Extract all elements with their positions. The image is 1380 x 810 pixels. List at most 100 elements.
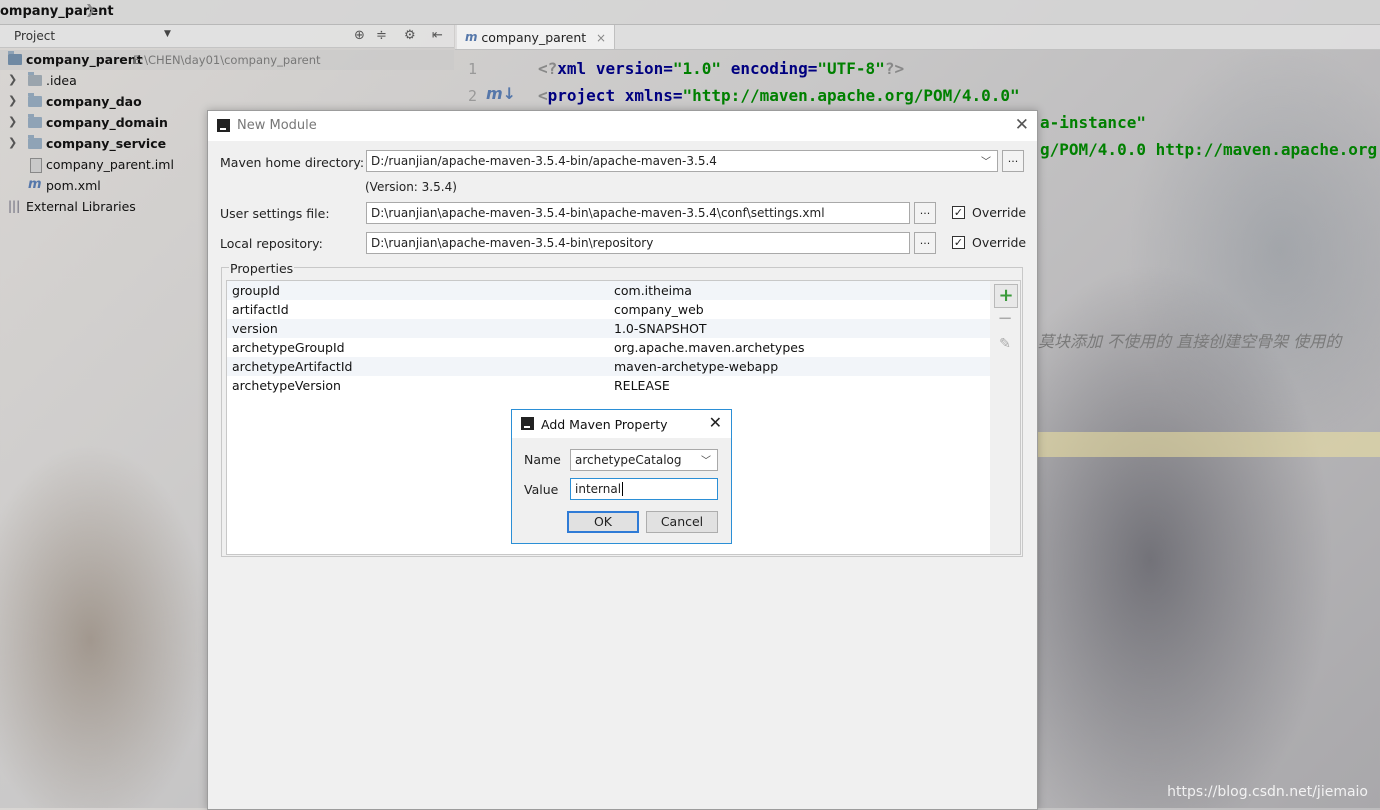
dialog-titlebar: Add Maven Property ✕ bbox=[512, 410, 731, 438]
value-input[interactable]: internal bbox=[570, 478, 718, 500]
tree-item-label: .idea bbox=[46, 73, 77, 88]
override-label: Override bbox=[972, 235, 1027, 250]
maven-version-text: (Version: 3.5.4) bbox=[365, 180, 457, 194]
property-key: archetypeArtifactId bbox=[232, 359, 353, 374]
property-key: version bbox=[232, 321, 278, 336]
name-label: Name bbox=[524, 452, 561, 467]
maven-icon[interactable]: m↓ bbox=[486, 84, 516, 103]
table-row[interactable]: archetypeGroupId org.apache.maven.archet… bbox=[227, 338, 991, 357]
tree-item-label: company_service bbox=[46, 136, 167, 151]
module-folder-icon bbox=[8, 51, 22, 65]
tree-item-label: pom.xml bbox=[46, 178, 101, 193]
project-view-selector[interactable]: Project bbox=[14, 29, 55, 43]
property-key: archetypeVersion bbox=[232, 378, 341, 393]
tree-item-root[interactable]: company_parent E:\CHEN\day01\company_par… bbox=[0, 50, 454, 70]
close-icon[interactable]: ✕ bbox=[709, 413, 722, 432]
locate-icon[interactable]: ⊕ bbox=[354, 28, 365, 43]
library-icon: ||| bbox=[8, 199, 21, 213]
current-line-highlight bbox=[1035, 432, 1380, 457]
value-text: internal bbox=[575, 482, 622, 496]
property-key: groupId bbox=[232, 283, 280, 298]
code-comment: 莫块添加 不使用的 直接创建空骨架 使用的 bbox=[1038, 332, 1342, 351]
name-combo[interactable]: archetypeCatalog ﹀ bbox=[570, 449, 718, 471]
close-icon[interactable]: ✕ bbox=[1015, 115, 1029, 135]
chevron-right-icon[interactable]: ❯ bbox=[8, 115, 17, 128]
local-repo-label: Local repository: bbox=[220, 236, 323, 251]
user-settings-browse-button[interactable]: ... bbox=[914, 202, 936, 224]
property-value: 1.0-SNAPSHOT bbox=[614, 321, 707, 336]
chevron-right-icon[interactable]: ❯ bbox=[8, 73, 17, 86]
dialog-title: Add Maven Property bbox=[541, 417, 668, 432]
maven-home-browse-button[interactable]: ... bbox=[1002, 150, 1024, 172]
dialog-title: New Module bbox=[237, 118, 317, 133]
table-row[interactable]: version 1.0-SNAPSHOT bbox=[227, 319, 991, 338]
maven-home-value: D:/ruanjian/apache-maven-3.5.4-bin/apach… bbox=[371, 154, 717, 168]
gear-icon[interactable]: ⚙ bbox=[404, 28, 416, 43]
user-settings-label: User settings file: bbox=[220, 206, 330, 221]
code-line-1: <?xml version="1.0" encoding="UTF-8"?> bbox=[538, 59, 905, 78]
properties-toolbar: + − ✎ bbox=[990, 280, 1021, 555]
intellij-icon bbox=[217, 119, 230, 132]
module-folder-icon bbox=[28, 93, 42, 107]
properties-label: Properties bbox=[229, 261, 295, 276]
local-repo-input[interactable]: D:\ruanjian\apache-maven-3.5.4-bin\repos… bbox=[366, 232, 910, 254]
code-line-fragment: g/POM/4.0.0 http://maven.apache.org bbox=[1040, 140, 1378, 159]
value-label: Value bbox=[524, 482, 559, 497]
tab-label: company_parent bbox=[481, 30, 587, 45]
table-row[interactable]: groupId com.itheima bbox=[227, 281, 991, 300]
local-repo-override-checkbox[interactable]: ✓ bbox=[952, 236, 965, 249]
maven-file-icon: m bbox=[28, 177, 42, 192]
table-row[interactable]: archetypeArtifactId maven-archetype-weba… bbox=[227, 357, 991, 376]
breadcrumb-project[interactable]: ompany_parent bbox=[0, 4, 114, 19]
user-settings-input[interactable]: D:\ruanjian\apache-maven-3.5.4-bin\apach… bbox=[366, 202, 910, 224]
property-value: RELEASE bbox=[614, 378, 670, 393]
ok-button[interactable]: OK bbox=[567, 511, 639, 533]
override-label: Override bbox=[972, 205, 1027, 220]
breadcrumb-separator-icon: ❯ bbox=[85, 3, 96, 18]
tree-item-label: company_domain bbox=[46, 115, 168, 130]
tab-company-parent[interactable]: m company_parent × bbox=[457, 25, 616, 49]
user-settings-override-checkbox[interactable]: ✓ bbox=[952, 206, 965, 219]
chevron-right-icon[interactable]: ❯ bbox=[8, 94, 17, 107]
cancel-button[interactable]: Cancel bbox=[646, 511, 718, 533]
property-value: org.apache.maven.archetypes bbox=[614, 340, 805, 355]
chevron-down-icon[interactable]: ﹀ bbox=[701, 452, 711, 467]
dialog-titlebar: New Module ✕ bbox=[208, 111, 1037, 141]
file-icon bbox=[30, 158, 42, 173]
intellij-icon bbox=[521, 417, 534, 430]
line-number: 1 bbox=[468, 60, 478, 78]
tree-root-label: company_parent bbox=[26, 52, 143, 67]
property-value: com.itheima bbox=[614, 283, 692, 298]
table-row[interactable]: artifactId company_web bbox=[227, 300, 991, 319]
folder-icon bbox=[28, 72, 42, 86]
watermark: https://blog.csdn.net/jiemaio bbox=[1167, 784, 1368, 800]
chevron-right-icon[interactable]: ❯ bbox=[8, 136, 17, 149]
tree-item-label: company_parent.iml bbox=[46, 157, 174, 172]
project-panel-header: Project ▼ ⊕ ≑ ⚙ ⇤ bbox=[0, 25, 454, 48]
property-key: archetypeGroupId bbox=[232, 340, 345, 355]
collapse-icon[interactable]: ≑ bbox=[376, 28, 387, 43]
hide-icon[interactable]: ⇤ bbox=[432, 28, 443, 43]
chevron-down-icon[interactable]: ▼ bbox=[164, 29, 171, 39]
text-cursor bbox=[622, 482, 624, 496]
edit-icon[interactable]: ✎ bbox=[994, 333, 1016, 355]
add-maven-property-dialog: Add Maven Property ✕ Name archetypeCatal… bbox=[511, 409, 732, 544]
maven-home-combo[interactable]: D:/ruanjian/apache-maven-3.5.4-bin/apach… bbox=[366, 150, 998, 172]
property-value: maven-archetype-webapp bbox=[614, 359, 779, 374]
table-row[interactable]: archetypeVersion RELEASE bbox=[227, 376, 991, 395]
module-folder-icon bbox=[28, 135, 42, 149]
tree-item-label: External Libraries bbox=[26, 199, 136, 214]
property-value: company_web bbox=[614, 302, 704, 317]
tree-root-path: E:\CHEN\day01\company_parent bbox=[133, 53, 321, 67]
editor-tab-bar: m company_parent × bbox=[455, 25, 1380, 50]
maven-icon: m bbox=[465, 30, 478, 44]
code-line-fragment: a-instance" bbox=[1040, 113, 1146, 132]
chevron-down-icon[interactable]: ﹀ bbox=[981, 153, 991, 168]
add-icon[interactable]: + bbox=[994, 284, 1018, 308]
tree-item-label: company_dao bbox=[46, 94, 142, 109]
remove-icon[interactable]: − bbox=[994, 308, 1016, 330]
close-icon[interactable]: × bbox=[596, 31, 606, 45]
local-repo-browse-button[interactable]: ... bbox=[914, 232, 936, 254]
property-key: artifactId bbox=[232, 302, 289, 317]
breadcrumb: ompany_parent ❯ bbox=[0, 0, 1380, 25]
